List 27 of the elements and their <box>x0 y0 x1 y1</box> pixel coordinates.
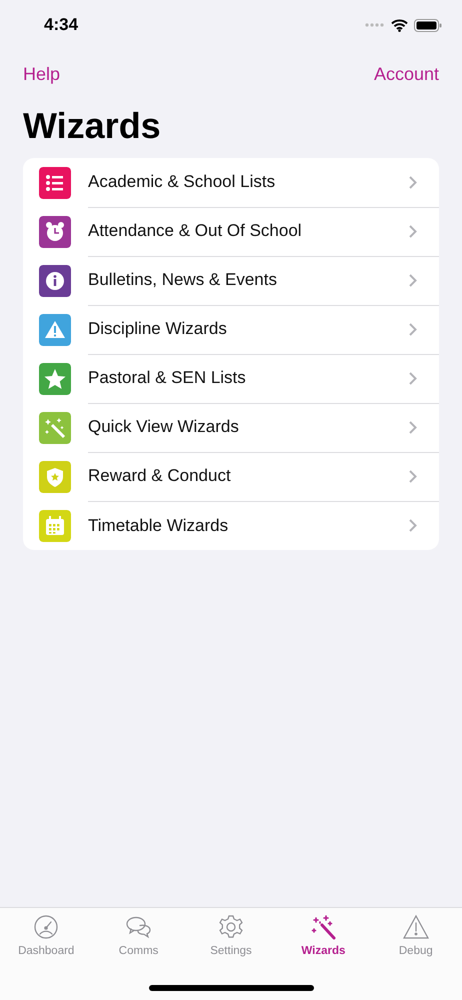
signal-icon <box>365 23 385 27</box>
speedometer-icon <box>32 913 60 941</box>
chevron-icon <box>409 274 417 286</box>
wifi-icon <box>391 18 408 32</box>
clock-time: 4:34 <box>44 15 78 35</box>
chevron-icon <box>409 420 417 434</box>
battery-icon <box>414 18 442 32</box>
menu-item[interactable]: Bulletins, News & Events <box>23 256 439 305</box>
menu-item[interactable]: Quick View Wizards <box>23 403 439 452</box>
chevron-icon <box>409 372 417 384</box>
menu-item[interactable]: Pastoral & SEN Lists <box>23 354 439 403</box>
menu-item[interactable]: Reward & Conduct <box>23 452 439 501</box>
chevron-icon <box>409 322 417 336</box>
account-link[interactable]: Account <box>374 64 439 84</box>
warning-icon <box>402 913 430 941</box>
help-link[interactable]: Help <box>23 64 60 84</box>
menu-item[interactable]: Academic & School Lists <box>23 158 439 207</box>
magic-wand-icon <box>309 913 338 941</box>
chevron-icon <box>409 224 417 238</box>
tab[interactable]: Wizards <box>277 913 370 957</box>
chevron-icon <box>409 519 417 532</box>
menu-item[interactable]: Timetable Wizards <box>23 501 439 550</box>
menu-item[interactable]: Discipline Wizards <box>23 305 439 354</box>
chevron-icon <box>409 470 417 482</box>
page-title: Wizards <box>23 104 161 148</box>
menu-item[interactable]: Attendance & Out Of School <box>23 207 439 256</box>
chevron-icon <box>409 176 417 188</box>
